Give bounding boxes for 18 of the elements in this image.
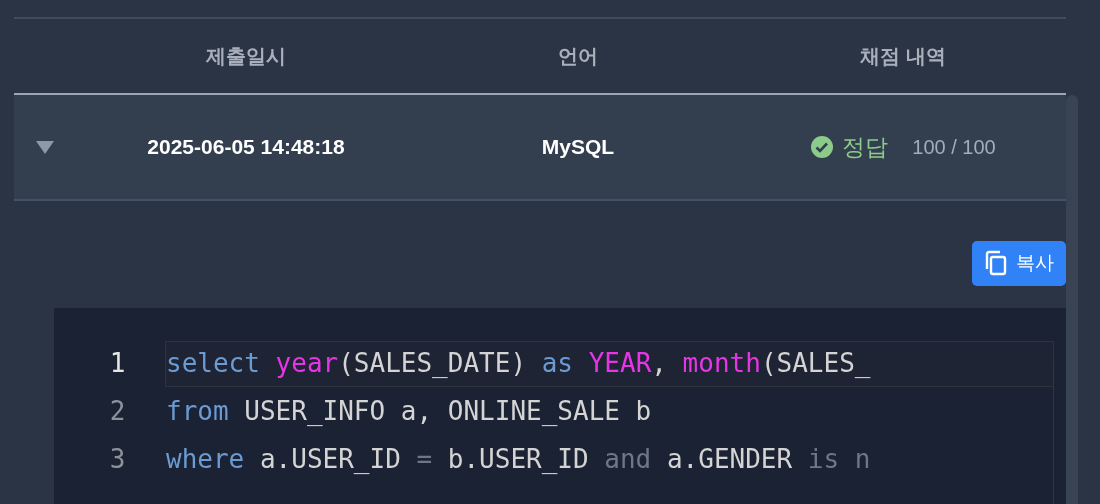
line-number: 1 — [108, 347, 127, 380]
date-cell-text: 2025-06-05 14:48:18 — [147, 134, 345, 161]
code-line: from USER_INFO a, ONLINE_SALE b — [165, 395, 653, 428]
score-text: 100 / 100 — [912, 135, 996, 160]
language-cell-text: MySQL — [541, 134, 615, 161]
column-header: 채점 내역 — [860, 44, 946, 69]
copy-icon — [984, 250, 1008, 277]
column-header: 언어 — [558, 44, 598, 69]
line-number: 2 — [108, 395, 127, 428]
collapse-icon[interactable] — [35, 139, 55, 155]
line-number: 3 — [108, 443, 127, 476]
scrollbar[interactable] — [1066, 95, 1078, 504]
column-header: 제출일시 — [206, 44, 286, 69]
check-icon — [810, 135, 835, 159]
table-row[interactable]: 2025-06-05 14:48:18 MySQL 정답 100 / 100 — [14, 95, 1066, 201]
code-line: where a.USER_ID = b.USER_ID and a.GENDER is n — [165, 443, 872, 476]
result-status: 정답 — [842, 132, 889, 162]
copy-button[interactable]: 복사 — [972, 241, 1066, 286]
